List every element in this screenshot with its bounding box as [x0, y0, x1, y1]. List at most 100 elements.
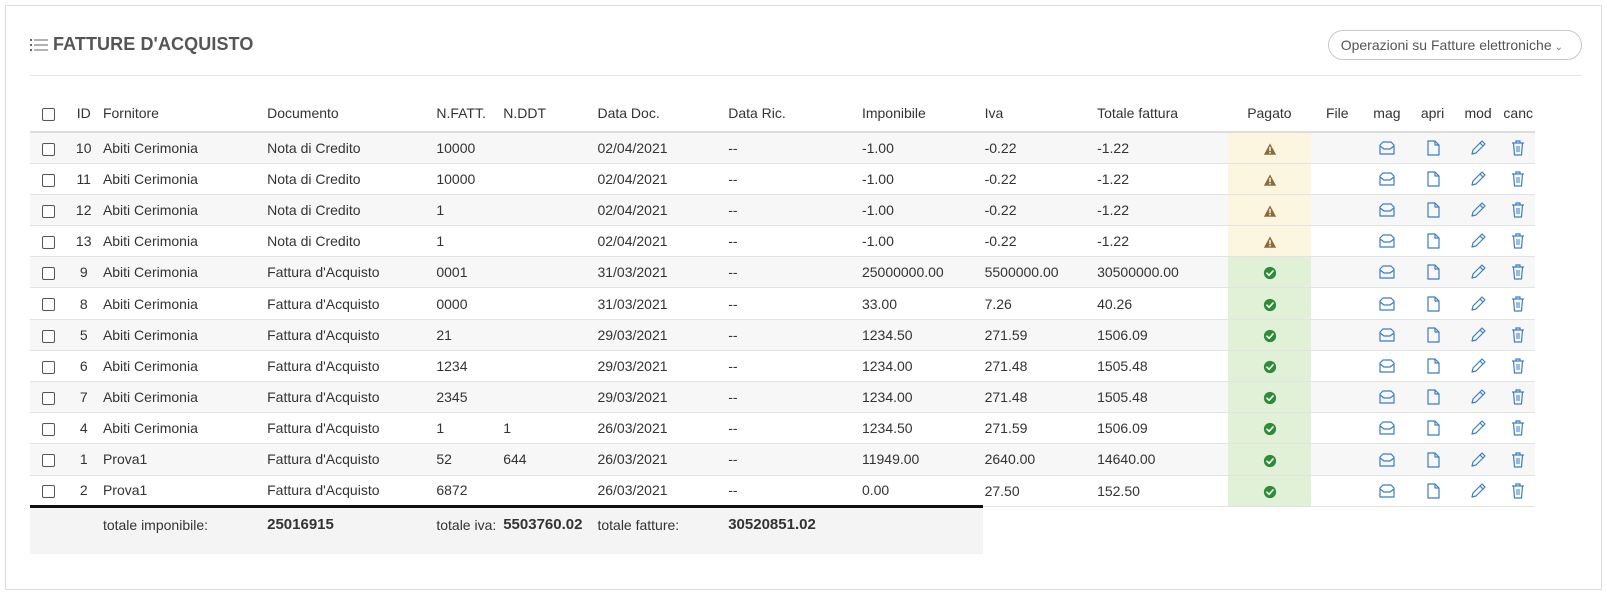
- envelope-icon[interactable]: [1378, 170, 1396, 188]
- envelope-icon[interactable]: [1378, 388, 1396, 406]
- row-checkbox[interactable]: [41, 423, 55, 437]
- file-icon[interactable]: [1424, 419, 1442, 437]
- col-header-supplier[interactable]: Fornitore: [100, 96, 266, 133]
- file-icon[interactable]: [1424, 201, 1442, 219]
- pencil-icon[interactable]: [1469, 326, 1487, 344]
- envelope-icon[interactable]: [1378, 419, 1396, 437]
- cell-paid[interactable]: [1227, 194, 1311, 227]
- row-checkbox[interactable]: [41, 142, 55, 156]
- col-header-invoice-no[interactable]: N.FATT.: [434, 96, 502, 133]
- cell-paid[interactable]: [1227, 443, 1311, 476]
- row-checkbox[interactable]: [41, 267, 55, 281]
- trash-icon[interactable]: [1509, 482, 1527, 500]
- row-checkbox[interactable]: [41, 484, 55, 498]
- envelope-icon[interactable]: [1378, 139, 1396, 157]
- envelope-icon[interactable]: [1378, 232, 1396, 250]
- e-invoice-operations-dropdown[interactable]: Operazioni su Fatture elettroniche ⌄: [1327, 30, 1582, 60]
- pencil-icon[interactable]: [1469, 170, 1487, 188]
- row-checkbox[interactable]: [41, 360, 55, 374]
- trash-icon[interactable]: [1509, 388, 1527, 406]
- file-icon[interactable]: [1424, 482, 1442, 500]
- pencil-icon[interactable]: [1469, 232, 1487, 250]
- col-header-document[interactable]: Documento: [265, 96, 435, 133]
- table-row[interactable]: 5 Abiti Cerimonia Fattura d'Acquisto 21 …: [30, 319, 1535, 351]
- pencil-icon[interactable]: [1469, 451, 1487, 469]
- row-checkbox[interactable]: [41, 204, 55, 218]
- trash-icon[interactable]: [1509, 139, 1527, 157]
- table-row[interactable]: 13 Abiti Cerimonia Nota di Credito 1 02/…: [30, 225, 1535, 258]
- col-header-open: apri: [1410, 96, 1455, 133]
- trash-icon[interactable]: [1509, 201, 1527, 219]
- file-icon[interactable]: [1424, 232, 1442, 250]
- row-checkbox[interactable]: [41, 391, 55, 405]
- table-row[interactable]: 7 Abiti Cerimonia Fattura d'Acquisto 234…: [30, 381, 1535, 414]
- col-header-id[interactable]: ID: [66, 96, 101, 133]
- pencil-icon[interactable]: [1469, 201, 1487, 219]
- table-row[interactable]: 1 Prova1 Fattura d'Acquisto 52 644 26/03…: [30, 443, 1535, 476]
- cell-paid[interactable]: [1227, 319, 1311, 351]
- col-header-ddt-no[interactable]: N.DDT: [501, 96, 596, 133]
- cell-paid[interactable]: [1227, 287, 1311, 320]
- pencil-icon[interactable]: [1469, 263, 1487, 281]
- select-all-checkbox[interactable]: [41, 107, 55, 121]
- cell-paid[interactable]: [1227, 132, 1311, 164]
- cell-paid[interactable]: [1227, 163, 1311, 195]
- table-row[interactable]: 11 Abiti Cerimonia Nota di Credito 10000…: [30, 163, 1535, 195]
- envelope-icon[interactable]: [1378, 201, 1396, 219]
- file-icon[interactable]: [1424, 388, 1442, 406]
- trash-icon[interactable]: [1509, 170, 1527, 188]
- cell-paid[interactable]: [1227, 475, 1311, 507]
- pencil-icon[interactable]: [1469, 419, 1487, 437]
- col-header-received-date[interactable]: Data Ric.: [726, 96, 860, 133]
- envelope-icon[interactable]: [1378, 357, 1396, 375]
- row-checkbox[interactable]: [41, 329, 55, 343]
- trash-icon[interactable]: [1509, 419, 1527, 437]
- row-select-cell: [30, 319, 67, 351]
- col-header-total[interactable]: Totale fattura: [1095, 96, 1228, 133]
- envelope-icon[interactable]: [1378, 295, 1396, 313]
- pencil-icon[interactable]: [1469, 295, 1487, 313]
- row-checkbox[interactable]: [41, 235, 55, 249]
- col-header-taxable[interactable]: Imponibile: [859, 96, 983, 133]
- trash-icon[interactable]: [1509, 232, 1527, 250]
- table-row[interactable]: 2 Prova1 Fattura d'Acquisto 6872 26/03/2…: [30, 475, 1535, 507]
- cell-paid[interactable]: [1227, 256, 1311, 289]
- trash-icon[interactable]: [1509, 295, 1527, 313]
- row-checkbox[interactable]: [41, 454, 55, 468]
- pencil-icon[interactable]: [1469, 357, 1487, 375]
- col-header-vat[interactable]: Iva: [982, 96, 1096, 133]
- table-row[interactable]: 6 Abiti Cerimonia Fattura d'Acquisto 123…: [30, 350, 1535, 383]
- row-checkbox[interactable]: [41, 173, 55, 187]
- envelope-icon[interactable]: [1378, 326, 1396, 344]
- cell-edit: [1454, 381, 1502, 414]
- file-icon[interactable]: [1424, 139, 1442, 157]
- col-header-paid[interactable]: Pagato: [1227, 96, 1311, 133]
- table-row[interactable]: 9 Abiti Cerimonia Fattura d'Acquisto 000…: [30, 256, 1535, 289]
- file-icon[interactable]: [1424, 451, 1442, 469]
- row-checkbox[interactable]: [41, 298, 55, 312]
- pencil-icon[interactable]: [1469, 482, 1487, 500]
- trash-icon[interactable]: [1509, 263, 1527, 281]
- cell-paid[interactable]: [1227, 225, 1311, 258]
- trash-icon[interactable]: [1509, 357, 1527, 375]
- file-icon[interactable]: [1424, 295, 1442, 313]
- table-row[interactable]: 4 Abiti Cerimonia Fattura d'Acquisto 1 1…: [30, 412, 1535, 445]
- cell-paid[interactable]: [1227, 412, 1311, 445]
- trash-icon[interactable]: [1509, 451, 1527, 469]
- pencil-icon[interactable]: [1469, 139, 1487, 157]
- col-header-doc-date[interactable]: Data Doc.: [595, 96, 727, 133]
- table-row[interactable]: 10 Abiti Cerimonia Nota di Credito 10000…: [30, 132, 1535, 164]
- file-icon[interactable]: [1424, 263, 1442, 281]
- cell-paid[interactable]: [1227, 350, 1311, 383]
- table-row[interactable]: 8 Abiti Cerimonia Fattura d'Acquisto 000…: [30, 287, 1535, 320]
- pencil-icon[interactable]: [1469, 388, 1487, 406]
- envelope-icon[interactable]: [1378, 263, 1396, 281]
- cell-paid[interactable]: [1227, 381, 1311, 414]
- file-icon[interactable]: [1424, 357, 1442, 375]
- trash-icon[interactable]: [1509, 326, 1527, 344]
- file-icon[interactable]: [1424, 326, 1442, 344]
- table-row[interactable]: 12 Abiti Cerimonia Nota di Credito 1 02/…: [30, 194, 1535, 227]
- file-icon[interactable]: [1424, 170, 1442, 188]
- envelope-icon[interactable]: [1378, 451, 1396, 469]
- envelope-icon[interactable]: [1378, 482, 1396, 500]
